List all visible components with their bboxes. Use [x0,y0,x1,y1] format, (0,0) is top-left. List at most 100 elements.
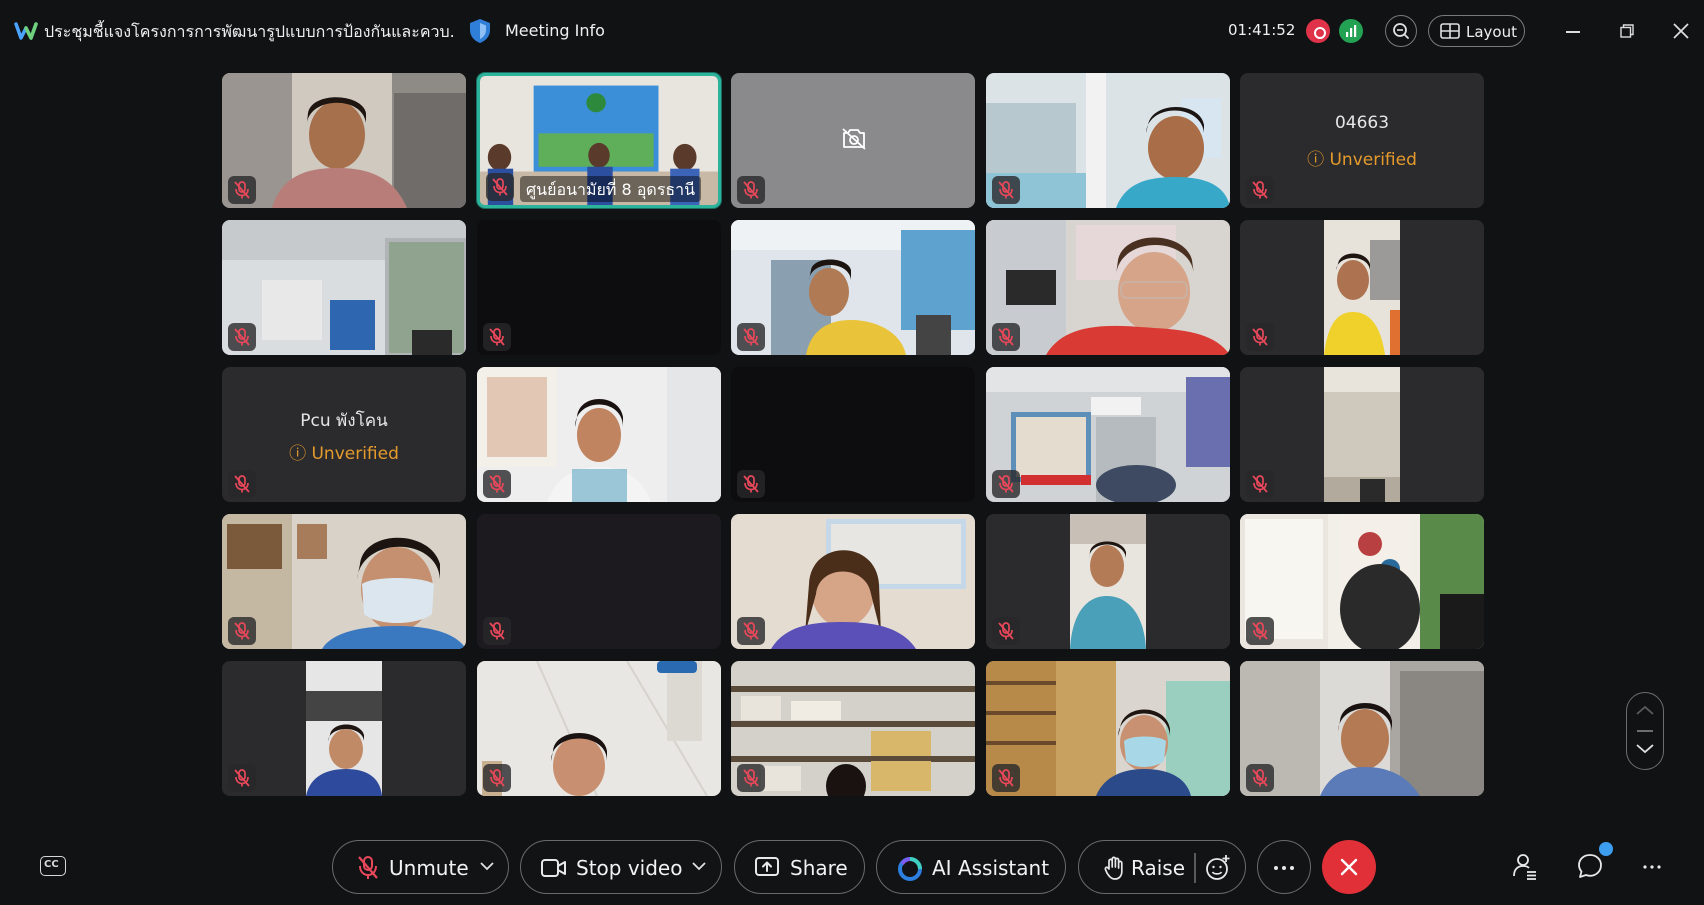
chevron-up-icon[interactable] [1636,705,1654,715]
reactions-icon[interactable] [1204,854,1232,882]
participant-tile[interactable] [1240,220,1484,355]
mic-muted-indicator [483,764,511,792]
mic-muted-icon [489,622,505,640]
participant-tile[interactable]: 04663 ⓘ Unverified [1240,73,1484,208]
mic-muted-icon [489,328,505,346]
participant-tile[interactable] [477,367,721,502]
participant-tile[interactable] [731,73,975,208]
closed-caption-button[interactable]: CC [40,856,66,876]
participant-video [1240,367,1484,502]
restore-window-icon[interactable] [1620,24,1634,38]
mic-muted-indicator [1246,617,1274,645]
raise-hand-button[interactable]: Raise [1078,840,1246,894]
participant-tile[interactable] [477,514,721,649]
mic-muted-indicator [1246,470,1274,498]
info-circle-icon: ⓘ [289,444,312,464]
ai-assistant-button[interactable]: AI Assistant [876,840,1066,894]
participant-tile[interactable] [1240,514,1484,649]
mic-muted-indicator [228,323,256,351]
minimize-icon[interactable] [1566,31,1580,33]
unmute-button[interactable]: Unmute [332,840,509,894]
participant-tile[interactable] [222,661,466,796]
participant-video [222,514,466,649]
mic-muted-icon [743,769,759,787]
participant-video [731,514,975,649]
participant-tile[interactable] [986,661,1230,796]
mic-muted-icon [998,769,1014,787]
mic-muted-icon [1252,181,1268,199]
participant-video [1240,220,1484,355]
unmute-label: Unmute [389,856,469,880]
participant-tile[interactable] [731,367,975,502]
participant-tile[interactable] [477,661,721,796]
more-options-button[interactable] [1257,840,1311,894]
grid-layout-icon [1440,23,1460,39]
mic-muted-icon [743,328,759,346]
more-panel-icon[interactable] [1642,864,1662,870]
mic-muted-icon [1252,769,1268,787]
meeting-info-button[interactable]: Meeting Info [505,21,605,40]
participant-tile[interactable]: Pcu พังโคน ⓘ Unverified [222,367,466,502]
ellipsis-icon [1274,866,1294,870]
network-signal-icon[interactable] [1339,19,1363,43]
camera-off-icon [842,128,866,150]
unverified-label: Unverified [311,444,399,464]
participant-tile[interactable] [1240,661,1484,796]
info-circle-icon: ⓘ [1307,150,1330,170]
chevron-down-icon[interactable] [480,862,494,871]
mic-muted-indicator [486,173,514,201]
participant-video [1240,661,1484,796]
mic-muted-icon [234,328,250,346]
layout-button[interactable]: Layout [1428,15,1525,47]
mic-muted-icon [358,856,378,879]
mic-muted-indicator [737,470,765,498]
participant-tile[interactable] [222,73,466,208]
share-screen-icon [755,857,779,876]
chat-icon[interactable] [1577,852,1603,880]
stop-video-button[interactable]: Stop video [520,840,722,894]
leave-meeting-button[interactable] [1322,840,1376,894]
share-label: Share [790,856,848,880]
mic-muted-indicator [737,176,765,204]
participant-tile[interactable] [222,220,466,355]
mic-muted-icon [234,769,250,787]
participant-tile[interactable] [477,220,721,355]
participant-tile[interactable] [731,661,975,796]
mic-muted-indicator [992,176,1020,204]
ai-assistant-icon [898,857,922,881]
participant-name: 04663 [1334,113,1390,133]
participant-tile[interactable] [222,514,466,649]
meeting-timer: 01:41:52 [1228,21,1296,39]
chevron-down-icon[interactable] [1636,744,1654,754]
shield-icon[interactable] [468,18,492,44]
participant-video [1240,514,1484,649]
recording-icon[interactable] [1306,19,1330,43]
participant-tile[interactable] [731,514,975,649]
raise-label: Raise [1131,856,1185,880]
participant-tile[interactable] [1240,367,1484,502]
participant-tile[interactable]: ศูนย์อนามัยที่ 8 อุดรธานี [477,73,721,208]
mic-muted-indicator [483,470,511,498]
share-button[interactable]: Share [734,840,865,894]
participant-tile[interactable] [986,514,1230,649]
layout-label: Layout [1466,23,1517,41]
participant-tile[interactable] [986,220,1230,355]
participant-video [986,367,1230,502]
mic-muted-indicator [737,617,765,645]
participant-video [731,220,975,355]
grid-scroll-control[interactable] [1626,692,1664,770]
participant-video [477,661,721,796]
participant-video [986,73,1230,208]
magnifier-icon [1393,23,1409,39]
participants-icon[interactable] [1512,852,1538,880]
zoom-button[interactable] [1385,15,1417,47]
participant-tile[interactable] [986,73,1230,208]
chevron-down-icon[interactable] [692,862,706,871]
participant-video [986,514,1230,649]
participant-video [222,73,466,208]
mic-muted-indicator [1246,176,1274,204]
participant-tile[interactable] [731,220,975,355]
participant-tile[interactable] [986,367,1230,502]
signal-bars-icon [1346,25,1357,37]
close-window-icon[interactable] [1672,22,1690,40]
